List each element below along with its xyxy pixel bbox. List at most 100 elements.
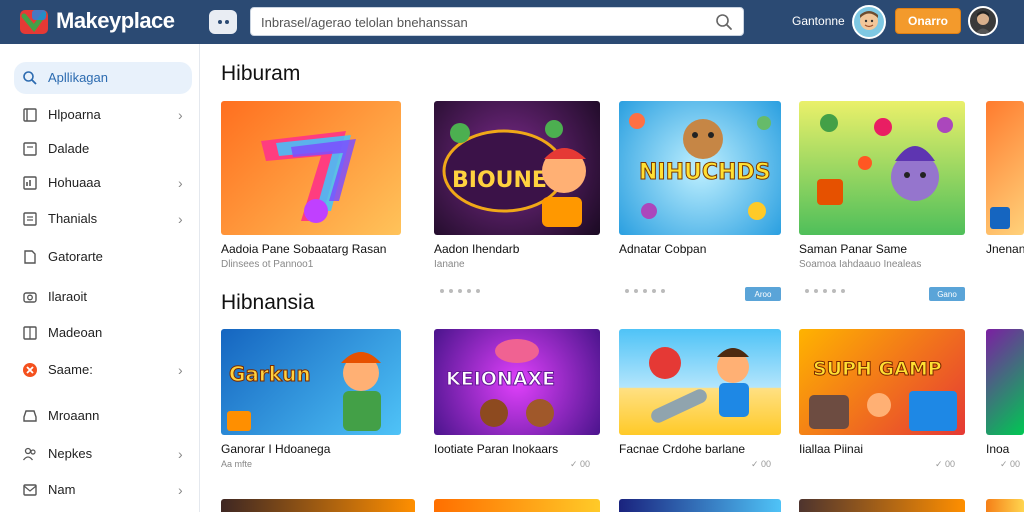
sidebar-item-label: Apllikagan [48, 70, 108, 85]
camera-icon [23, 292, 37, 303]
search-icon[interactable] [715, 13, 733, 31]
game-card[interactable]: Inoa ✓ 00 [986, 329, 1024, 479]
card-subtitle: Dlinsees ot Pannoo1 [221, 259, 314, 270]
brand-name[interactable]: Makeyplace [56, 8, 175, 34]
card-thumbnail[interactable]: BIOUNES [434, 101, 600, 235]
card-title: Iiallaa Piinai [799, 442, 864, 456]
card-title: Jnenan [986, 242, 1024, 256]
card-subtitle: Aa mfte [221, 459, 253, 469]
sidebar-item-madeoan[interactable]: Madeoan [14, 317, 192, 349]
chevron-right-icon: › [178, 446, 183, 462]
game-card[interactable]: NIHUCHDS Adnatar Cobpan Aroo [619, 101, 781, 311]
card-thumbnail[interactable] [986, 329, 1024, 435]
rating-dots [805, 289, 845, 293]
game-card-partial[interactable] [221, 499, 415, 512]
card-thumbnail[interactable] [619, 329, 781, 435]
sidebar-item-hlpoarna[interactable]: Hlpoarna › [14, 99, 192, 131]
card-title: Adnatar Cobpan [619, 242, 707, 256]
card-thumbnail[interactable]: Garkun [221, 329, 401, 435]
card-title: Facnae Crdohe barlane [619, 442, 746, 456]
search-bar [250, 7, 744, 36]
card-badge[interactable]: Aroo [745, 287, 781, 301]
sidebar-item-dalade[interactable]: Dalade [14, 133, 192, 165]
card-meta: ✓ 00 [934, 459, 955, 469]
sidebar-item-label: Dalade [48, 141, 90, 156]
chevron-right-icon: › [178, 175, 183, 191]
chart-icon [23, 176, 37, 190]
game-card[interactable]: Jnenan [986, 101, 1024, 311]
game-card[interactable]: KEIONAXE Iootiate Paran Inokaars ✓ 00 [434, 329, 600, 479]
chevron-right-icon: › [178, 107, 183, 123]
card-thumbnail[interactable]: SUPH GAMP [799, 329, 965, 435]
card-meta: ✓ 00 [569, 459, 590, 469]
thumbnail-text: NIHUCHDS [639, 160, 771, 185]
sidebar-item-label: Saame: [48, 362, 93, 377]
cta-button[interactable]: Onarro [895, 8, 961, 34]
section-title: Hiburam [221, 62, 301, 85]
sidebar-item-label: Hlpoarna [48, 107, 101, 122]
sidebar-item-gatorarte[interactable]: Gatorarte [14, 241, 192, 273]
sidebar-item-thanials[interactable]: Thanials › [14, 203, 192, 235]
thumbnail-art: NIHUCHDS [629, 113, 771, 220]
app-logo-icon[interactable] [18, 6, 50, 38]
thumbnail-art: SUPH GAMP [809, 358, 957, 431]
sidebar-item-label: Nepkes [48, 446, 93, 461]
profile-face-icon [975, 11, 991, 34]
sidebar-item-label: Mroaann [48, 408, 100, 423]
game-card[interactable]: SUPH GAMP Iiallaa Piinai ✓ 00 [799, 329, 965, 479]
card-thumbnail[interactable]: KEIONAXE [434, 329, 600, 435]
game-card-partial[interactable] [619, 499, 781, 512]
grid-icon [23, 326, 37, 340]
apps-menu-button[interactable] [209, 10, 237, 34]
game-card[interactable]: Saman Panar Same Soamoa Iahdaauo Inealea… [799, 101, 965, 311]
game-card-partial[interactable] [799, 499, 965, 512]
game-card[interactable]: Facnae Crdohe barlane ✓ 00 [619, 329, 781, 479]
sidebar-item-label: Gatorarte [48, 249, 103, 264]
sidebar-item-label: Thanials [48, 211, 98, 226]
card-thumbnail[interactable] [799, 101, 965, 235]
sidebar-item-nepkes[interactable]: Nepkes › [14, 438, 192, 470]
game-card-partial[interactable] [986, 499, 1024, 512]
sidebar-item-label: Madeoan [48, 325, 103, 340]
rating-dots [625, 289, 665, 293]
sidebar-item-hohuaaa[interactable]: Hohuaaa › [14, 167, 192, 199]
sidebar-item-apllikagan[interactable]: Apllikagan [14, 62, 192, 94]
profile-avatar[interactable] [968, 6, 998, 36]
people-icon [22, 447, 36, 461]
card-title: Iootiate Paran Inokaars [434, 442, 559, 456]
sidebar-item-saame[interactable]: Saame: › [14, 354, 192, 386]
game-card[interactable]: Aadoia Pane Sobaatarg Rasan Dlinsees ot … [221, 101, 401, 311]
sidebar: Apllikagan Hlpoarna › Dalade Hohuaaa › T… [0, 44, 200, 512]
file-icon [23, 142, 37, 156]
list-icon [23, 212, 37, 226]
thumbnail-art: BIOUNES [442, 120, 586, 227]
top-header: Makeyplace Gantonne Onarro [0, 0, 1024, 44]
card-badge[interactable]: Gano [929, 287, 965, 301]
card-thumbnail[interactable] [986, 101, 1024, 235]
sidebar-item-label: Ilaraoit [48, 289, 88, 304]
thumbnail-art [990, 207, 1010, 229]
chevron-right-icon: › [178, 211, 183, 227]
card-meta: ✓ 00 [750, 459, 771, 469]
game-card-partial[interactable] [434, 499, 600, 512]
thumbnail-text: Garkun [229, 362, 311, 386]
search-input[interactable] [261, 12, 701, 32]
card-title: Aadon Ihendarb [434, 242, 520, 256]
card-title: Inoa [986, 442, 1010, 456]
game-card[interactable]: Garkun Ganorar I Hdoanega Aa mfte [221, 329, 401, 479]
avatar[interactable] [852, 5, 886, 39]
chevron-right-icon: › [178, 482, 183, 498]
thumbnail-art [817, 114, 953, 205]
game-icon [23, 363, 37, 377]
card-title: Aadoia Pane Sobaatarg Rasan [221, 242, 387, 256]
thumbnail-text: SUPH GAMP [813, 358, 942, 380]
sidebar-item-ilaraoit[interactable]: Ilaraoit [14, 281, 192, 313]
sidebar-item-mroaann[interactable]: Mroaann [14, 400, 192, 432]
sidebar-item-nam[interactable]: Nam › [14, 474, 192, 506]
game-card[interactable]: BIOUNES Aadon Ihendarb Ianane [434, 101, 600, 311]
rating-dots [440, 289, 480, 293]
thumbnail-art: KEIONAXE [446, 339, 556, 427]
card-thumbnail[interactable]: NIHUCHDS [619, 101, 781, 235]
card-thumbnail[interactable] [221, 101, 401, 235]
account-label[interactable]: Gantonne [792, 14, 845, 28]
